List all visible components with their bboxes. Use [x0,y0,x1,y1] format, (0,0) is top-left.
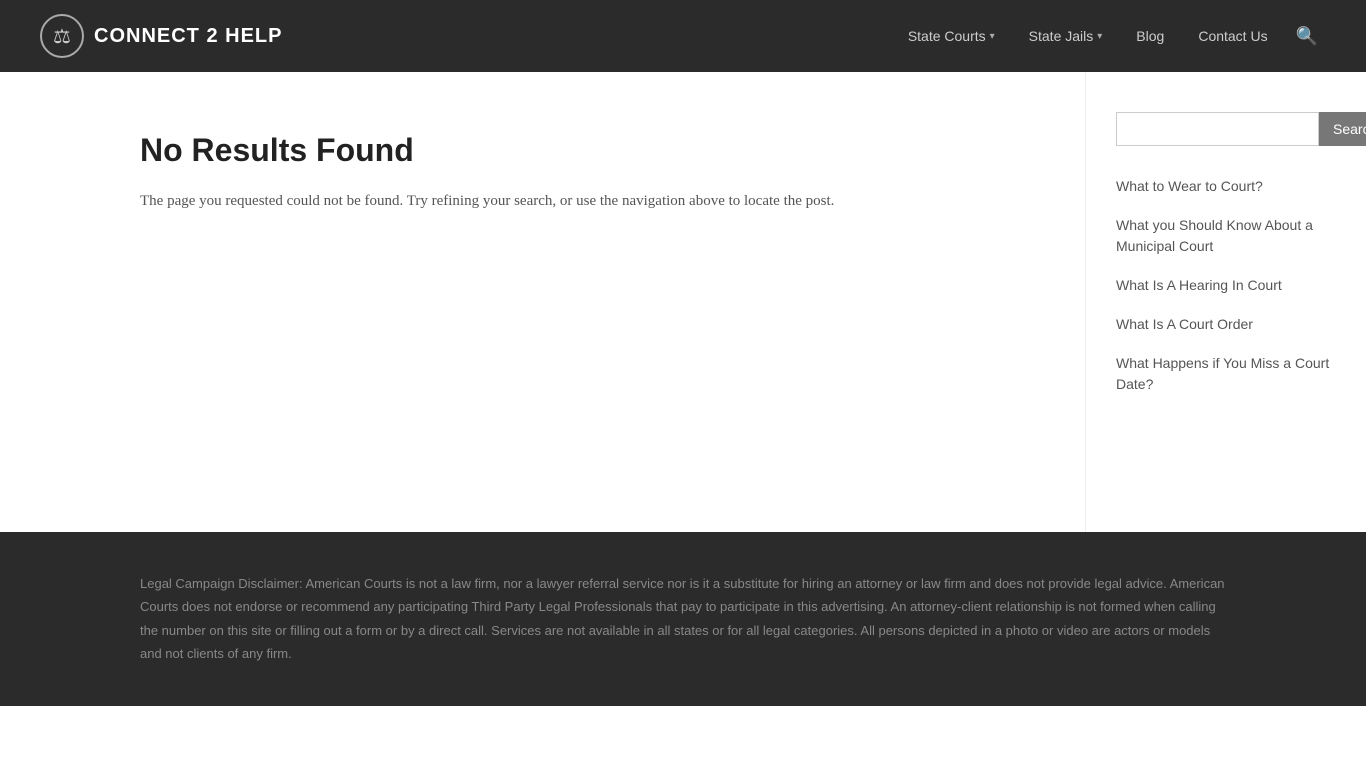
nav-item-state-courts[interactable]: State Courts ▾ [894,20,1009,52]
site-header: ⚖ CONNECT 2 HELP State Courts ▾ State Ja… [0,0,1366,72]
logo-text: CONNECT 2 HELP [94,25,282,48]
chevron-down-icon: ▾ [990,31,995,42]
sidebar-link-3[interactable]: What Is A Court Order [1116,314,1336,335]
sidebar-link-1[interactable]: What you Should Know About a Municipal C… [1116,215,1336,257]
page-description: The page you requested could not be foun… [140,189,1025,213]
sidebar-link-4[interactable]: What Happens if You Miss a Court Date? [1116,353,1336,395]
nav-label-blog: Blog [1136,28,1164,44]
chevron-down-icon: ▾ [1097,31,1102,42]
nav-item-contact[interactable]: Contact Us [1184,20,1281,52]
sidebar: Search What to Wear to Court? What you S… [1086,72,1366,532]
site-logo[interactable]: ⚖ CONNECT 2 HELP [40,14,282,58]
site-footer: Legal Campaign Disclaimer: American Cour… [0,532,1366,706]
page-title: No Results Found [140,132,1025,169]
logo-icon: ⚖ [40,14,84,58]
site-nav: State Courts ▾ State Jails ▾ Blog Contac… [894,18,1326,55]
nav-label-contact: Contact Us [1198,28,1267,44]
footer-disclaimer: Legal Campaign Disclaimer: American Cour… [140,572,1226,666]
nav-label-state-courts: State Courts [908,28,986,44]
search-icon[interactable]: 🔍 [1288,18,1326,55]
search-button[interactable]: Search [1319,112,1366,146]
nav-item-state-jails[interactable]: State Jails ▾ [1015,20,1117,52]
sidebar-link-2[interactable]: What Is A Hearing In Court [1116,275,1336,296]
search-input[interactable] [1116,112,1319,146]
content-area: No Results Found The page you requested … [0,72,1086,532]
sidebar-search-form: Search [1116,112,1336,146]
nav-label-state-jails: State Jails [1029,28,1094,44]
site-main: No Results Found The page you requested … [0,72,1366,532]
sidebar-link-0[interactable]: What to Wear to Court? [1116,176,1336,197]
nav-item-blog[interactable]: Blog [1122,20,1178,52]
